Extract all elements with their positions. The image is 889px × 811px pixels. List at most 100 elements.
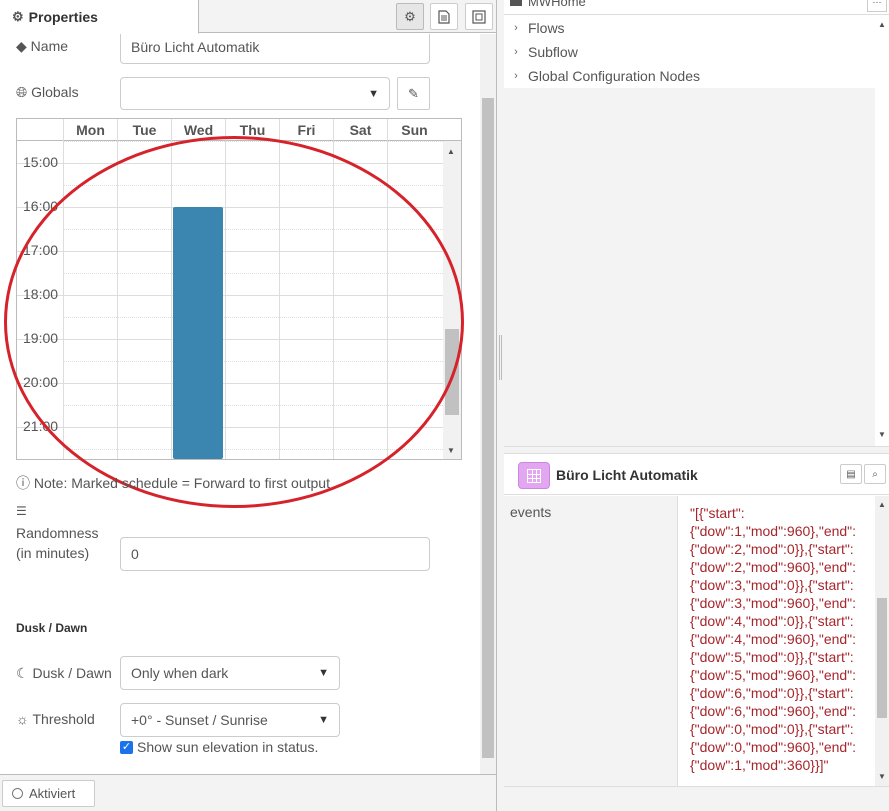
day-column-line [63,141,64,459]
panel-header: ⚙ Properties ⚙ [0,0,496,34]
hour-line [17,207,443,208]
tree-item-global-config[interactable]: › Global Configuration Nodes [504,64,889,88]
gear-icon: ⚙ [12,8,24,24]
tree-top-row[interactable]: MWHome ⋯ [504,0,889,15]
half-hour-line [63,185,443,186]
calendar-icon [518,462,550,489]
dusk-select[interactable]: Only when dark ▼ [120,656,340,690]
info-scroll-thumb[interactable] [877,598,887,718]
tree-item-subflow[interactable]: › Subflow [504,40,889,64]
tree-empty-area [504,88,875,446]
list-icon: ☰ [16,504,27,518]
hour-label: 17:00 [23,242,59,258]
globals-select[interactable]: ▼ [120,77,390,110]
tree-list: › Flows › Subflow › Global Configuration… [504,16,874,86]
scroll-up-icon[interactable]: ▲ [447,147,455,156]
day-header-sat: Sat [333,119,387,141]
hour-line [17,427,443,428]
hour-line [17,383,443,384]
description-button[interactable] [430,3,458,30]
hour-label: 19:00 [23,330,59,346]
note-text: Note: Marked schedule = Forward to first… [33,475,330,491]
note-row: ⓘ Note: Marked schedule = Forward to fir… [16,473,330,493]
half-hour-line [63,273,443,274]
day-column-line [279,141,280,459]
hour-label: 18:00 [23,286,59,302]
splitter-grip[interactable] [499,335,502,380]
book-icon: ▤ [846,468,856,480]
properties-body: ◆ Name Büro Licht Automatik 🌐︎ Globals ▼… [0,34,480,774]
randomness-input[interactable]: 0 [120,537,430,571]
info-splitter[interactable] [504,446,889,454]
activated-toggle[interactable]: Aktiviert [2,780,95,807]
tree-item-flows[interactable]: › Flows [504,16,889,40]
hour-label: 20:00 [23,374,59,390]
hour-line [17,295,443,296]
tab-properties[interactable]: ⚙ Properties [0,0,199,34]
dusk-section-title: Dusk / Dawn [16,621,88,635]
settings-button[interactable]: ⚙ [396,3,424,30]
circle-icon [12,788,23,799]
scroll-down-icon[interactable]: ▼ [878,430,886,439]
schedule-scrollbar[interactable]: ▲ ▼ [443,141,461,459]
day-column-line [225,141,226,459]
properties-scroll-thumb[interactable] [482,98,494,758]
name-input[interactable]: Büro Licht Automatik [120,34,430,64]
chevron-right-icon: › [514,22,518,34]
scroll-down-icon[interactable]: ▼ [447,446,455,455]
edit-globals-button[interactable]: ✎ [397,77,430,110]
scroll-up-icon[interactable]: ▲ [878,500,886,509]
day-column-line [333,141,334,459]
search-icon: ⌕ [872,468,878,480]
show-help-button[interactable]: ▤ [840,464,862,484]
frame-icon [472,9,486,24]
half-hour-line [63,361,443,362]
threshold-label: Threshold [32,711,95,727]
threshold-select-value: +0° - Sunset / Sunrise [131,712,268,728]
panel-splitter[interactable] [497,0,504,811]
hour-label: 21:00 [23,418,59,434]
properties-panel: ⚙ Properties ⚙ ◆ Name Büro Licht Automat… [0,0,497,811]
sidebar-footer [504,786,889,811]
day-header-sun: Sun [387,119,441,141]
tab-properties-label: Properties [28,8,98,25]
scroll-up-icon[interactable]: ▲ [878,20,886,29]
day-column-line [117,141,118,459]
search-button[interactable]: ⌕ [864,464,886,484]
day-header-tue: Tue [117,119,171,141]
tree-item-label: Subflow [528,44,578,60]
hour-label: 16:00 [23,198,59,214]
sidebar-panel: MWHome ⋯ › Flows › Subflow › Global Conf… [504,0,889,811]
show-sun-checkbox[interactable]: ✓ [120,741,133,754]
threshold-label-row: ☼ Threshold [16,711,95,727]
scroll-down-icon[interactable]: ▼ [878,772,886,781]
hour-label: 15:00 [23,154,59,170]
chevron-right-icon: › [514,46,518,58]
randomness-sublabel: (in minutes) [16,545,90,561]
tree-scrollbar[interactable]: ▲ ▼ [875,16,889,446]
workspace-label: MWHome [528,0,586,9]
appearance-button[interactable] [465,3,493,30]
more-button[interactable]: ⋯ [867,0,887,12]
properties-scrollbar[interactable] [480,34,496,774]
prop-key: events [504,496,678,786]
properties-footer: Aktiviert [0,774,496,811]
schedule-mark[interactable] [173,207,223,459]
threshold-select[interactable]: +0° - Sunset / Sunrise ▼ [120,703,340,737]
schedule-body[interactable]: 15:00 16:00 17:00 18:00 19:00 20:00 21:00 [17,141,443,459]
day-header-thu: Thu [225,119,279,141]
activated-label: Aktiviert [29,786,76,801]
dusk-label-row: ☾ Dusk / Dawn [16,665,112,682]
half-hour-line [63,449,443,450]
gear-icon: ⚙ [404,8,416,24]
name-label-row: ◆ Name [16,38,68,55]
schedule-scroll-thumb[interactable] [445,329,459,415]
day-header-wed: Wed [171,119,225,141]
half-hour-line [63,405,443,406]
day-column-line [387,141,388,459]
sun-icon: ☼ [16,711,29,727]
day-header-fri: Fri [279,119,333,141]
info-scrollbar[interactable]: ▲ ▼ [875,496,889,786]
schedule-grid[interactable]: Mon Tue Wed Thu Fri Sat Sun 15:00 16:00 17:00 18:… [16,118,462,460]
day-header-mon: Mon [63,119,117,141]
